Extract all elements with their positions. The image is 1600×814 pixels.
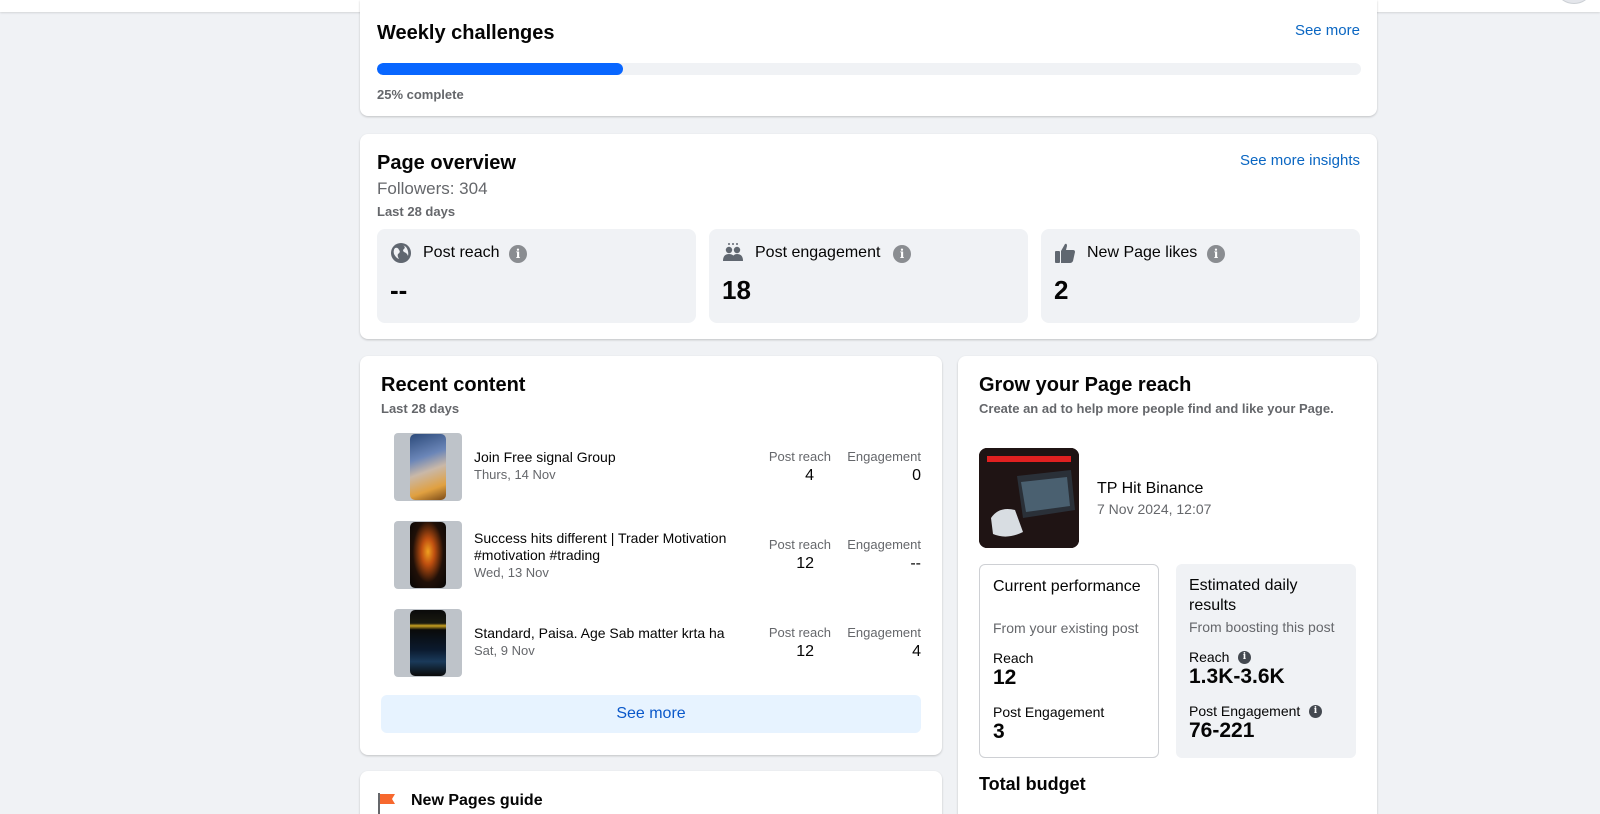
progress-bar <box>377 63 1361 75</box>
new-pages-guide-label: New Pages guide <box>411 792 543 809</box>
recent-content-card: Recent content Last 28 days Join Free si… <box>360 356 942 755</box>
engagement-value: -- <box>910 555 921 572</box>
reach-value: 1.3K-3.6K <box>1189 665 1285 688</box>
reach-value: 12 <box>993 666 1017 689</box>
estimated-results-title: Estimated daily results <box>1189 577 1298 614</box>
stat-value: 18 <box>722 275 751 305</box>
current-performance-title: Current performance <box>993 578 1141 595</box>
engagement-header: Engagement <box>847 449 921 464</box>
info-icon[interactable]: i <box>1238 651 1251 664</box>
content-date: Thurs, 14 Nov <box>474 467 556 482</box>
avatar[interactable] <box>1558 0 1590 4</box>
weekly-see-more-link[interactable]: See more <box>1295 22 1360 39</box>
content-row[interactable]: Standard, Paisa. Age Sab matter krta ha … <box>394 609 921 677</box>
flag-icon <box>377 792 397 814</box>
boost-post-name: TP Hit Binance <box>1097 480 1204 497</box>
reach-header: Post reach <box>768 625 831 640</box>
estimated-results-subtitle: From boosting this post <box>1189 619 1335 635</box>
post-thumbnail <box>394 521 462 589</box>
engagement-value: 4 <box>912 643 921 660</box>
weekly-challenges-card: Weekly challenges See more 25% complete <box>360 0 1377 116</box>
grow-title: Grow your Page reach <box>979 374 1192 396</box>
info-icon[interactable]: i <box>509 245 527 263</box>
reach-header: Post reach <box>768 449 831 464</box>
new-pages-guide-card[interactable]: New Pages guide <box>360 771 942 814</box>
current-performance-panel: Current performance From your existing p… <box>979 564 1159 758</box>
see-more-insights-link[interactable]: See more insights <box>1240 152 1360 169</box>
content-date: Wed, 13 Nov <box>474 565 549 580</box>
total-budget-title: Total budget <box>979 774 1086 794</box>
boost-post-thumbnail[interactable] <box>979 448 1079 548</box>
post-engagement-value: 76-221 <box>1189 719 1255 742</box>
reach-value: 4 <box>805 467 814 484</box>
info-icon[interactable]: i <box>1309 705 1322 718</box>
grow-description: Create an ad to help more people find an… <box>979 401 1334 416</box>
stat-value: -- <box>390 275 408 305</box>
weekly-challenges-title: Weekly challenges <box>377 22 555 44</box>
engagement-header: Engagement <box>847 537 921 552</box>
post-engagement-label: Post Engagement <box>993 704 1105 720</box>
page-overview-title: Page overview <box>377 152 516 174</box>
recent-see-more-button[interactable]: See more <box>381 695 921 733</box>
engagement-header: Engagement <box>847 625 921 640</box>
content-title: Standard, Paisa. Age Sab matter krta ha <box>474 625 725 641</box>
recent-content-title: Recent content <box>381 374 526 396</box>
page-overview-card: Page overview See more insights Follower… <box>360 134 1377 339</box>
stat-label: Post engagement <box>755 244 881 261</box>
progress-text: 25% complete <box>377 87 464 102</box>
current-performance-subtitle: From your existing post <box>993 620 1139 636</box>
followers-count: Followers: 304 <box>377 179 488 198</box>
overview-period: Last 28 days <box>377 204 456 219</box>
info-icon[interactable]: i <box>1207 245 1225 263</box>
reach-value: 12 <box>796 555 814 572</box>
reach-header: Post reach <box>768 537 831 552</box>
post-thumbnail <box>394 609 462 677</box>
progress-bar-fill <box>377 63 623 75</box>
recent-period: Last 28 days <box>381 401 460 416</box>
engagement-value: 0 <box>912 467 921 484</box>
boost-post-date: 7 Nov 2024, 12:07 <box>1097 501 1212 517</box>
thumbs-up-icon <box>1054 242 1076 264</box>
people-icon <box>722 242 744 264</box>
reach-value: 12 <box>796 643 814 660</box>
stat-label: New Page likes <box>1087 244 1198 261</box>
content-title: Success hits different | Trader Motivati… <box>474 530 727 563</box>
content-title: Join Free signal Group <box>474 449 616 465</box>
post-thumbnail <box>394 433 462 501</box>
reach-label: Reach <box>1189 649 1230 665</box>
stat-value: 2 <box>1054 275 1069 305</box>
post-engagement-label: Post Engagement <box>1189 703 1301 719</box>
stat-post-reach[interactable]: Post reach i -- <box>377 229 696 323</box>
stat-post-engagement[interactable]: Post engagement i 18 <box>709 229 1028 323</box>
globe-icon <box>390 242 412 264</box>
estimated-results-panel: Estimated daily results From boosting th… <box>1176 564 1356 758</box>
grow-page-reach-card: Grow your Page reach Create an ad to hel… <box>958 356 1377 814</box>
content-row[interactable]: Success hits different | Trader Motivati… <box>394 521 921 589</box>
stat-new-page-likes[interactable]: New Page likes i 2 <box>1041 229 1360 323</box>
post-engagement-value: 3 <box>993 720 1005 743</box>
info-icon[interactable]: i <box>893 245 911 263</box>
content-row[interactable]: Join Free signal Group Thurs, 14 Nov Pos… <box>394 433 921 501</box>
content-date: Sat, 9 Nov <box>474 643 535 658</box>
reach-label: Reach <box>993 650 1034 666</box>
stat-label: Post reach <box>423 244 500 261</box>
